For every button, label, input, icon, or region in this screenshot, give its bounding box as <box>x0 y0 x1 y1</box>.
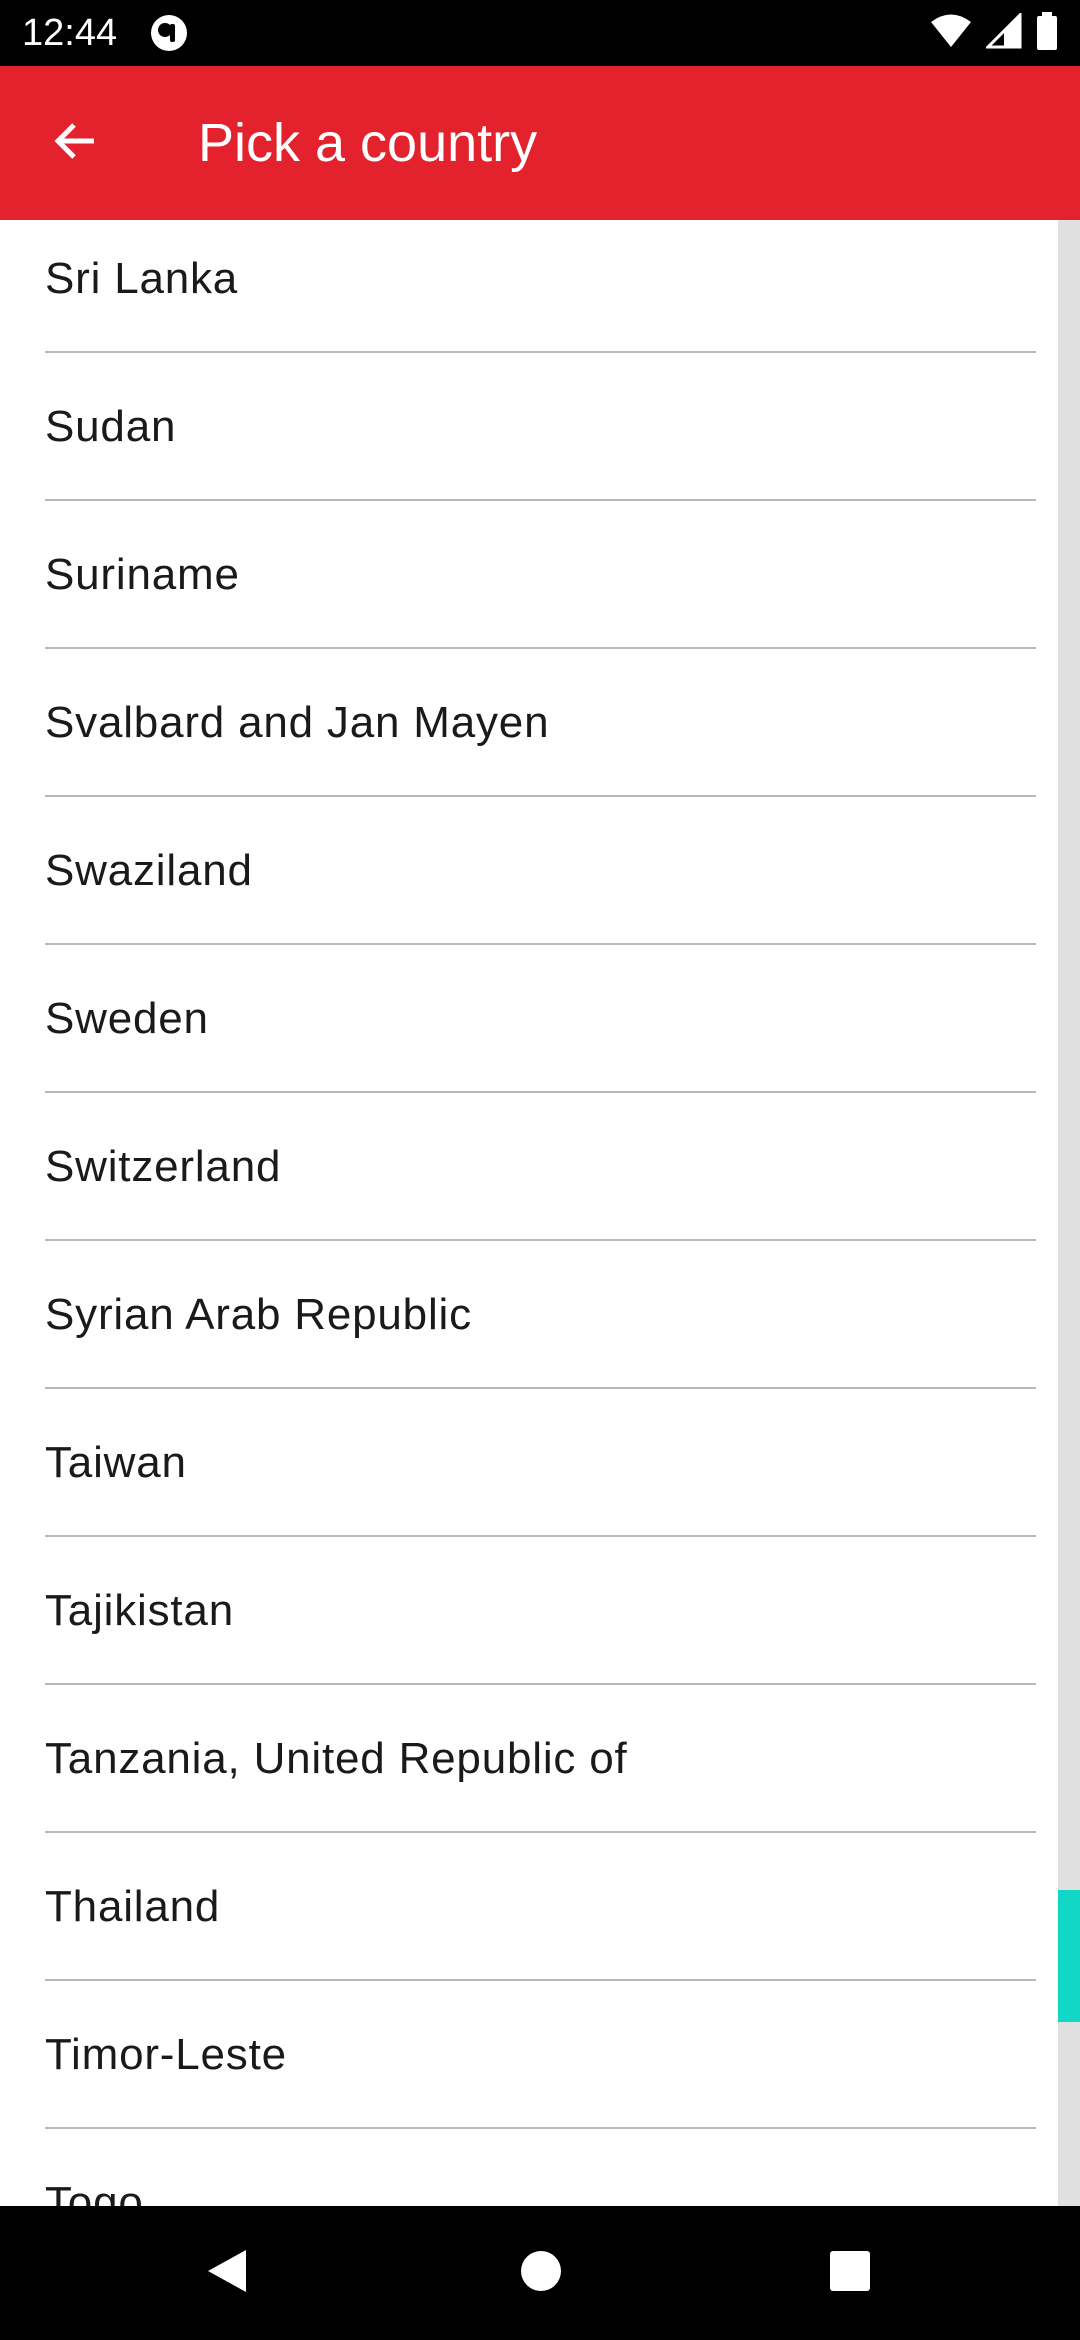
list-divider <box>45 499 1036 501</box>
list-divider <box>45 1683 1036 1685</box>
status-bar: 12:44 <box>0 0 1080 66</box>
list-item[interactable]: Thailand <box>45 1848 1036 1996</box>
country-label: Togo <box>45 2178 144 2206</box>
country-label: Sri Lanka <box>45 254 239 303</box>
country-label: Suriname <box>45 550 240 599</box>
list-item[interactable]: Suriname <box>45 516 1036 664</box>
list-item[interactable]: Taiwan <box>45 1404 1036 1552</box>
country-label: Thailand <box>45 1882 221 1931</box>
list-item[interactable]: Timor-Leste <box>45 1996 1036 2144</box>
signal-icon <box>984 10 1022 54</box>
list-item[interactable]: Svalbard and Jan Mayen <box>45 664 1036 812</box>
list-divider <box>45 1387 1036 1389</box>
back-button[interactable] <box>36 103 116 183</box>
country-label: Sudan <box>45 402 177 451</box>
list-divider <box>45 1239 1036 1241</box>
list-divider <box>45 1091 1036 1093</box>
battery-icon <box>1036 11 1058 55</box>
app-bar: Pick a country <box>0 66 1080 220</box>
arrow-back-icon <box>52 117 100 170</box>
country-label: Tajikistan <box>45 1586 234 1635</box>
list-divider <box>45 1831 1036 1833</box>
list-divider <box>45 2127 1036 2129</box>
country-label: Timor-Leste <box>45 2030 287 2079</box>
recents-square-icon <box>829 2250 871 2297</box>
app-notification-icon <box>150 14 188 52</box>
list-item[interactable]: Sri Lanka <box>45 220 1036 368</box>
list-item[interactable]: Syrian Arab Republic <box>45 1256 1036 1404</box>
list-item[interactable]: Togo <box>45 2144 1036 2206</box>
list-item[interactable]: Sudan <box>45 368 1036 516</box>
scrollbar-thumb[interactable] <box>1058 1890 1080 2022</box>
list-item[interactable]: Sweden <box>45 960 1036 1108</box>
home-circle-icon <box>520 2250 562 2297</box>
nav-recents-button[interactable] <box>805 2228 895 2318</box>
list-item[interactable]: Switzerland <box>45 1108 1036 1256</box>
status-time: 12:44 <box>22 12 118 54</box>
nav-back-button[interactable] <box>181 2228 271 2318</box>
list-divider <box>45 351 1036 353</box>
list-divider <box>45 647 1036 649</box>
country-label: Swaziland <box>45 846 253 895</box>
country-label: Switzerland <box>45 1142 282 1191</box>
wifi-icon <box>930 13 972 54</box>
list-divider <box>45 1979 1036 1981</box>
country-label: Syrian Arab Republic <box>45 1290 472 1339</box>
system-nav-bar <box>0 2206 1080 2340</box>
list-divider <box>45 1535 1036 1537</box>
list-item[interactable]: Tanzania, United Republic of <box>45 1700 1036 1848</box>
list-divider <box>45 795 1036 797</box>
back-triangle-icon <box>204 2248 248 2299</box>
list-item[interactable]: Tajikistan <box>45 1552 1036 1700</box>
country-label: Sweden <box>45 994 209 1043</box>
country-label: Svalbard and Jan Mayen <box>45 698 550 747</box>
nav-home-button[interactable] <box>496 2228 586 2318</box>
list-divider <box>45 943 1036 945</box>
country-label: Tanzania, United Republic of <box>45 1734 628 1783</box>
list-item[interactable]: Swaziland <box>45 812 1036 960</box>
status-indicators <box>930 10 1058 55</box>
country-label: Taiwan <box>45 1438 187 1487</box>
country-list[interactable]: Sri Lanka Sudan Suriname Svalbard and Ja… <box>0 220 1080 2206</box>
page-title: Pick a country <box>198 113 538 173</box>
